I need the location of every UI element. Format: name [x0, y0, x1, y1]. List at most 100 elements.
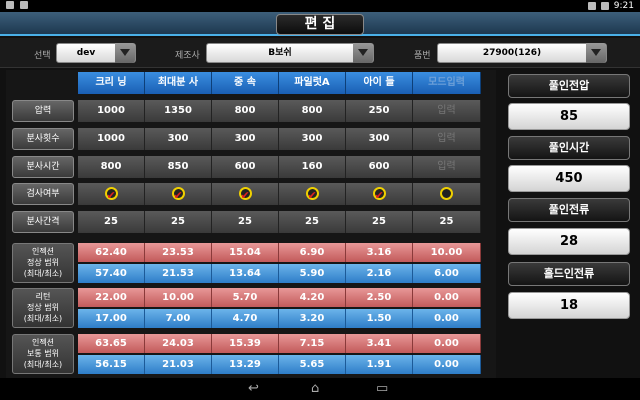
status-bar: 9:21 [0, 0, 640, 12]
pressure-cell[interactable]: 입력 [413, 100, 481, 122]
range-min-cell[interactable]: 13.64 [212, 264, 279, 283]
screen: 9:21 편 집 선택 dev 제조사 B보쉬 품번 27900(126) 크리… [0, 0, 640, 400]
range-max-cell[interactable]: 10.00 [413, 243, 481, 262]
check-toggle[interactable] [171, 185, 185, 207]
range-max-cell[interactable]: 3.16 [346, 243, 413, 262]
range-min-cell[interactable]: 4.70 [212, 309, 279, 328]
range-max-cell[interactable]: 5.70 [212, 288, 279, 307]
time-cell[interactable]: 입력 [413, 156, 481, 178]
maker-dropdown[interactable]: B보쉬 [206, 43, 374, 63]
check-toggle[interactable] [305, 185, 319, 207]
notification-icon [6, 1, 14, 9]
interval-cell[interactable]: 25 [145, 211, 212, 233]
home-icon[interactable]: ⌂ [311, 382, 319, 396]
column-header-mid-speed[interactable]: 중 속 [212, 72, 279, 94]
range-max-cell[interactable]: 62.40 [78, 243, 145, 262]
column-header-cleaning[interactable]: 크리 닝 [78, 72, 145, 94]
count-cell[interactable]: 1000 [78, 128, 145, 150]
range-max-cell[interactable]: 24.03 [145, 334, 212, 353]
range-min-cell[interactable]: 13.29 [212, 355, 279, 374]
range-min-cell[interactable]: 0.00 [413, 355, 481, 374]
navigation-bar: ↩ ⌂ ▭ [0, 378, 640, 400]
row-label-check: 검사여부 [12, 183, 74, 205]
interval-cell[interactable]: 25 [413, 211, 481, 233]
range-max-cell[interactable]: 23.53 [145, 243, 212, 262]
range-min-cell[interactable]: 3.20 [279, 309, 346, 328]
time-cell[interactable]: 850 [145, 156, 212, 178]
range-min-cell[interactable]: 57.40 [78, 264, 145, 283]
range-min-cell[interactable]: 2.16 [346, 264, 413, 283]
interval-cell[interactable]: 25 [346, 211, 413, 233]
range-max-cell[interactable]: 15.39 [212, 334, 279, 353]
count-cell[interactable]: 입력 [413, 128, 481, 150]
column-header-idle[interactable]: 아이 들 [346, 72, 413, 94]
range-max-cell[interactable]: 3.41 [346, 334, 413, 353]
part-value: 27900(126) [482, 48, 542, 58]
range-min-cell[interactable]: 5.90 [279, 264, 346, 283]
check-toggle[interactable] [440, 187, 453, 200]
range-max-cell[interactable]: 15.04 [212, 243, 279, 262]
wifi-icon [587, 2, 596, 10]
range-min-cell[interactable]: 56.15 [78, 355, 145, 374]
chevron-down-icon [586, 43, 606, 63]
pressure-cell[interactable]: 250 [346, 100, 413, 122]
range-min-cell[interactable]: 21.53 [145, 264, 212, 283]
time-cell[interactable]: 800 [78, 156, 145, 178]
range-max-cell[interactable]: 0.00 [413, 334, 481, 353]
time-cell[interactable]: 160 [279, 156, 346, 178]
chevron-down-icon [353, 43, 373, 63]
clock: 9:21 [613, 1, 634, 11]
range-max-cell[interactable]: 4.20 [279, 288, 346, 307]
count-cell[interactable]: 300 [346, 128, 413, 150]
range-max-cell[interactable]: 0.00 [413, 288, 481, 307]
column-header-pilot[interactable]: 파일럿A [279, 72, 346, 94]
range-max-cell[interactable]: 7.15 [279, 334, 346, 353]
pull-in-current-field[interactable]: 28 [508, 228, 630, 255]
hold-in-current-field[interactable]: 18 [508, 292, 630, 319]
range-max-cell[interactable]: 2.50 [346, 288, 413, 307]
range-min-cell[interactable]: 1.50 [346, 309, 413, 328]
range-max-cell[interactable]: 6.90 [279, 243, 346, 262]
back-icon[interactable]: ↩ [248, 382, 259, 396]
count-cell[interactable]: 300 [145, 128, 212, 150]
pressure-cell[interactable]: 800 [212, 100, 279, 122]
column-header-max-injection[interactable]: 최대분 사 [145, 72, 212, 94]
test-table: 크리 닝 최대분 사 중 속 파일럿A 아이 들 모드입력 압력 1000 13… [6, 70, 496, 380]
range-min-cell[interactable]: 21.03 [145, 355, 212, 374]
part-dropdown[interactable]: 27900(126) [437, 43, 607, 63]
check-toggle[interactable] [104, 185, 118, 207]
recent-apps-icon[interactable]: ▭ [376, 382, 388, 396]
range-min-cell[interactable]: 7.00 [145, 309, 212, 328]
pull-in-time-field[interactable]: 450 [508, 165, 630, 192]
range-label: 인젝션 보통 범위 (최대/최소) [12, 334, 74, 374]
pressure-cell[interactable]: 1350 [145, 100, 212, 122]
page-title: 편 집 [276, 14, 364, 35]
interval-cell[interactable]: 25 [78, 211, 145, 233]
range-min-cell[interactable]: 1.91 [346, 355, 413, 374]
pull-in-voltage-field[interactable]: 85 [508, 103, 630, 130]
interval-cell[interactable]: 25 [212, 211, 279, 233]
time-cell[interactable]: 600 [212, 156, 279, 178]
range-label: 리턴 정상 범위 (최대/최소) [12, 288, 74, 328]
range-max-cell[interactable]: 63.65 [78, 334, 145, 353]
count-cell[interactable]: 300 [279, 128, 346, 150]
maker-label: 제조사 [175, 51, 200, 61]
count-cell[interactable]: 300 [212, 128, 279, 150]
range-min-cell[interactable]: 6.00 [413, 264, 481, 283]
pressure-cell[interactable]: 1000 [78, 100, 145, 122]
range-min-cell[interactable]: 5.65 [279, 355, 346, 374]
chevron-down-icon [115, 43, 135, 63]
interval-cell[interactable]: 25 [279, 211, 346, 233]
range-min-cell[interactable]: 0.00 [413, 309, 481, 328]
range-label: 인젝션 정상 범위 (최대/최소) [12, 243, 74, 283]
row-label-pressure: 압력 [12, 100, 74, 122]
range-max-cell[interactable]: 22.00 [78, 288, 145, 307]
select-dropdown[interactable]: dev [56, 43, 136, 63]
check-toggle[interactable] [372, 185, 386, 207]
pressure-cell[interactable]: 800 [279, 100, 346, 122]
check-toggle[interactable] [238, 185, 252, 207]
range-min-cell[interactable]: 17.00 [78, 309, 145, 328]
range-max-cell[interactable]: 10.00 [145, 288, 212, 307]
time-cell[interactable]: 600 [346, 156, 413, 178]
column-header-mode-input[interactable]: 모드입력 [413, 72, 481, 94]
